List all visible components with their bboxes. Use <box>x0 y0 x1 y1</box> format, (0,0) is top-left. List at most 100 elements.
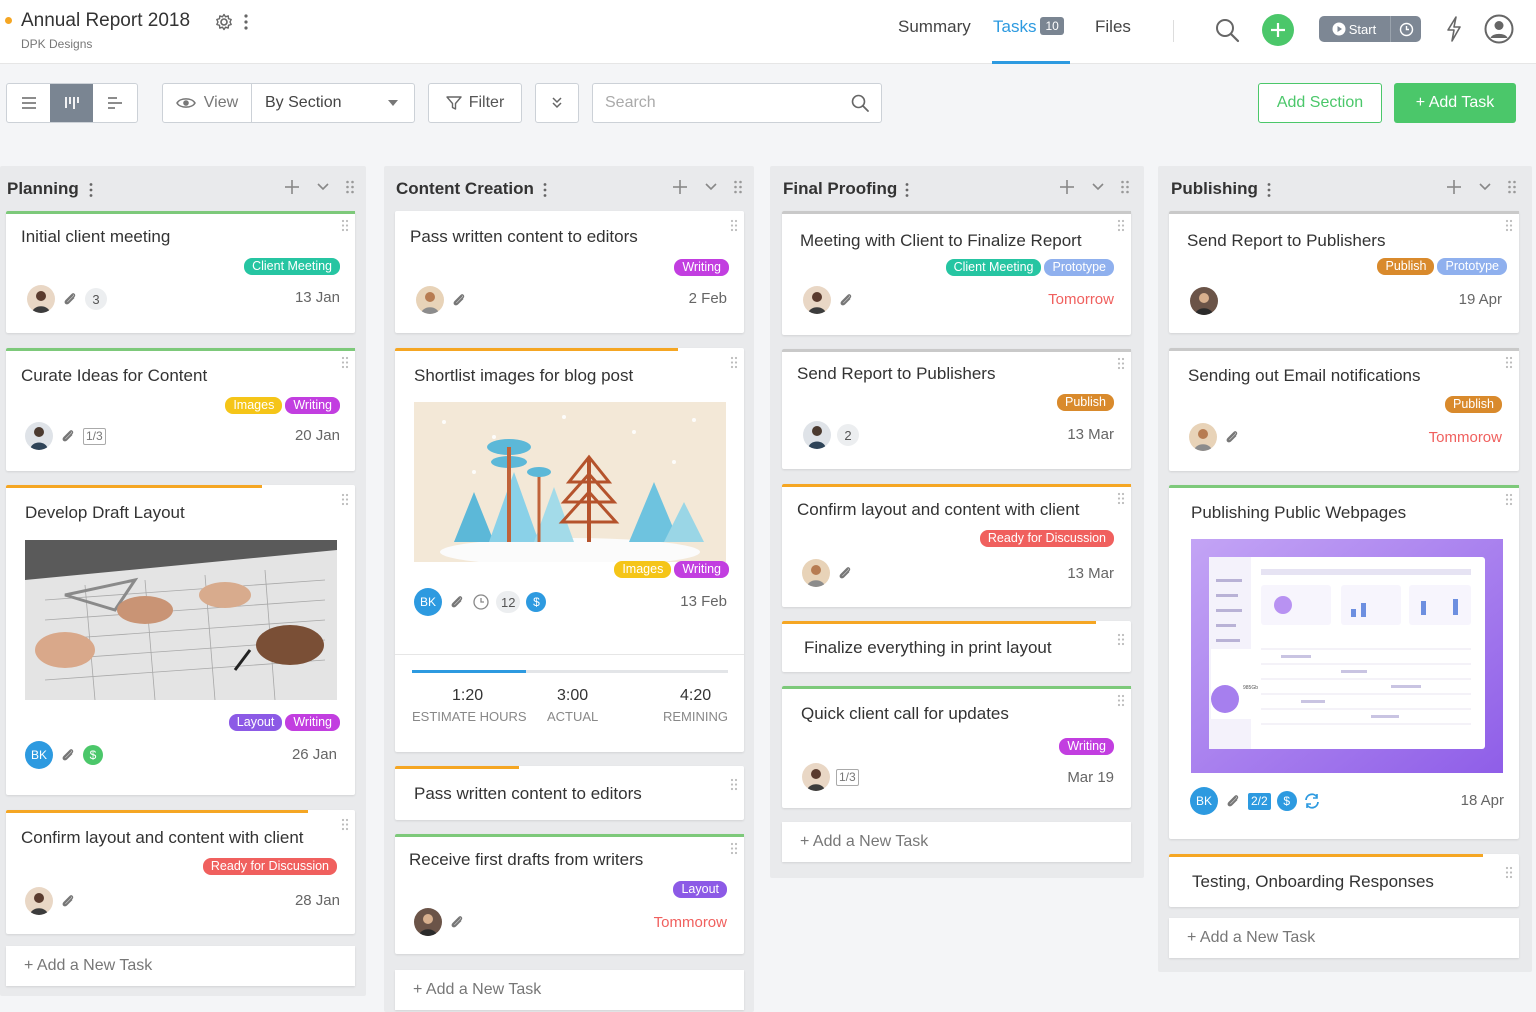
column-add-icon[interactable] <box>671 178 689 196</box>
attachment-icon[interactable] <box>1223 428 1241 446</box>
forest-illustration[interactable] <box>414 402 726 562</box>
add-new-task-button[interactable]: + Add a New Task <box>6 946 355 986</box>
drag-handle-icon[interactable] <box>730 778 738 791</box>
add-new-task-button[interactable]: + Add a New Task <box>395 970 744 1010</box>
search-input[interactable] <box>592 83 882 123</box>
task-card[interactable]: Sending out Email notifications Publish … <box>1169 348 1519 471</box>
task-card[interactable]: Send Report to Publishers Publish 2 13 M… <box>782 349 1131 469</box>
task-card[interactable]: Send Report to Publishers Publish Protot… <box>1169 211 1519 333</box>
attachment-icon[interactable] <box>1224 792 1242 810</box>
attachment-icon[interactable] <box>837 291 855 309</box>
column-add-icon[interactable] <box>283 178 301 196</box>
drag-handle-icon[interactable] <box>1117 492 1125 505</box>
quick-add-button[interactable] <box>1262 14 1294 46</box>
drag-handle-icon[interactable] <box>1505 219 1513 232</box>
column-menu-icon[interactable] <box>904 182 910 198</box>
task-card[interactable]: Initial client meeting Client Meeting 3 … <box>6 211 355 333</box>
avatar[interactable] <box>414 908 442 936</box>
avatar[interactable] <box>25 422 53 450</box>
avatar[interactable]: BK <box>1190 787 1218 815</box>
tab-files[interactable]: Files <box>1095 17 1131 37</box>
task-card[interactable]: Pass written content to editors <box>395 766 744 820</box>
collapse-all-button[interactable] <box>535 83 579 123</box>
task-card[interactable]: Receive first drafts from writers Layout… <box>395 834 744 954</box>
attachment-icon[interactable] <box>448 913 466 931</box>
drag-handle-icon[interactable] <box>730 219 738 232</box>
webpage-preview-image[interactable]: 985Gb <box>1191 539 1503 773</box>
column-collapse-icon[interactable] <box>704 182 718 192</box>
column-drag-handle-icon[interactable] <box>1120 180 1130 194</box>
task-card[interactable]: Finalize everything in print layout <box>782 621 1131 672</box>
drag-handle-icon[interactable] <box>1117 219 1125 232</box>
avatar[interactable] <box>802 559 830 587</box>
attachment-icon[interactable] <box>59 746 77 764</box>
attachment-icon[interactable] <box>61 290 79 308</box>
avatar[interactable]: BK <box>414 588 442 616</box>
avatar[interactable] <box>1189 423 1217 451</box>
task-card[interactable]: Confirm layout and content with client R… <box>6 810 355 934</box>
drag-handle-icon[interactable] <box>1117 694 1125 707</box>
column-menu-icon[interactable] <box>88 182 94 198</box>
drag-handle-icon[interactable] <box>1505 356 1513 369</box>
column-collapse-icon[interactable] <box>1091 182 1105 192</box>
task-card[interactable]: Confirm layout and content with client R… <box>782 484 1131 607</box>
avatar[interactable] <box>802 763 830 791</box>
attachment-icon[interactable] <box>450 291 468 309</box>
column-menu-icon[interactable] <box>542 182 548 198</box>
avatar[interactable] <box>25 887 53 915</box>
list-view-button[interactable] <box>7 84 50 122</box>
attachment-icon[interactable] <box>59 892 77 910</box>
task-card[interactable]: Develop Draft Layout Layout Writing BK $… <box>6 485 355 795</box>
task-card[interactable]: Shortlist images for blog post Images Wr… <box>395 348 744 752</box>
column-add-icon[interactable] <box>1058 178 1076 196</box>
tab-summary[interactable]: Summary <box>898 17 971 37</box>
group-by-select[interactable]: View By Section <box>162 83 415 123</box>
attachment-icon[interactable] <box>59 427 77 445</box>
search-icon[interactable] <box>1214 17 1240 43</box>
drag-handle-icon[interactable] <box>1505 493 1513 506</box>
column-menu-icon[interactable] <box>1266 182 1272 198</box>
drag-handle-icon[interactable] <box>341 219 349 232</box>
column-add-icon[interactable] <box>1445 178 1463 196</box>
task-card[interactable]: Meeting with Client to Finalize Report C… <box>782 211 1131 335</box>
drag-handle-icon[interactable] <box>730 356 738 369</box>
drag-handle-icon[interactable] <box>341 818 349 831</box>
drag-handle-icon[interactable] <box>1117 633 1125 646</box>
avatar[interactable] <box>416 286 444 314</box>
avatar[interactable] <box>1190 287 1218 315</box>
lightning-icon[interactable] <box>1443 15 1465 43</box>
column-drag-handle-icon[interactable] <box>733 180 743 194</box>
column-collapse-icon[interactable] <box>1478 182 1492 192</box>
add-task-button[interactable]: + Add Task <box>1394 83 1516 123</box>
gear-icon[interactable] <box>214 12 234 32</box>
avatar[interactable] <box>27 285 55 313</box>
timer-start-button[interactable]: Start <box>1319 16 1389 42</box>
avatar[interactable]: BK <box>25 741 53 769</box>
column-drag-handle-icon[interactable] <box>1507 180 1517 194</box>
add-new-task-button[interactable]: + Add a New Task <box>1169 918 1519 958</box>
board-view-button[interactable] <box>50 84 93 122</box>
attachment-icon[interactable] <box>836 564 854 582</box>
timer-log-button[interactable] <box>1390 16 1421 42</box>
drag-handle-icon[interactable] <box>341 493 349 506</box>
search-icon[interactable] <box>850 93 870 113</box>
drag-handle-icon[interactable] <box>341 356 349 369</box>
task-card[interactable]: Quick client call for updates Writing 1/… <box>782 686 1131 808</box>
filter-button[interactable]: Filter <box>428 83 522 123</box>
task-card[interactable]: Publishing Public Webpages 985Gb BK 2/2 … <box>1169 485 1519 839</box>
project-menu-icon[interactable] <box>242 13 250 31</box>
add-new-task-button[interactable]: + Add a New Task <box>782 822 1131 862</box>
view-toggle[interactable]: View <box>163 84 252 122</box>
column-collapse-icon[interactable] <box>316 182 330 192</box>
add-section-button[interactable]: Add Section <box>1258 83 1382 123</box>
drag-handle-icon[interactable] <box>1505 866 1513 879</box>
avatar[interactable] <box>803 421 831 449</box>
user-profile-icon[interactable] <box>1484 14 1514 44</box>
drag-handle-icon[interactable] <box>1117 357 1125 370</box>
task-card[interactable]: Testing, Onboarding Responses <box>1169 854 1519 907</box>
timeline-view-button[interactable] <box>93 84 136 122</box>
blueprint-image[interactable] <box>25 540 337 700</box>
repeat-icon[interactable] <box>1303 792 1321 810</box>
task-card[interactable]: Pass written content to editors Writing … <box>395 211 744 333</box>
task-card[interactable]: Curate Ideas for Content Images Writing … <box>6 348 355 471</box>
